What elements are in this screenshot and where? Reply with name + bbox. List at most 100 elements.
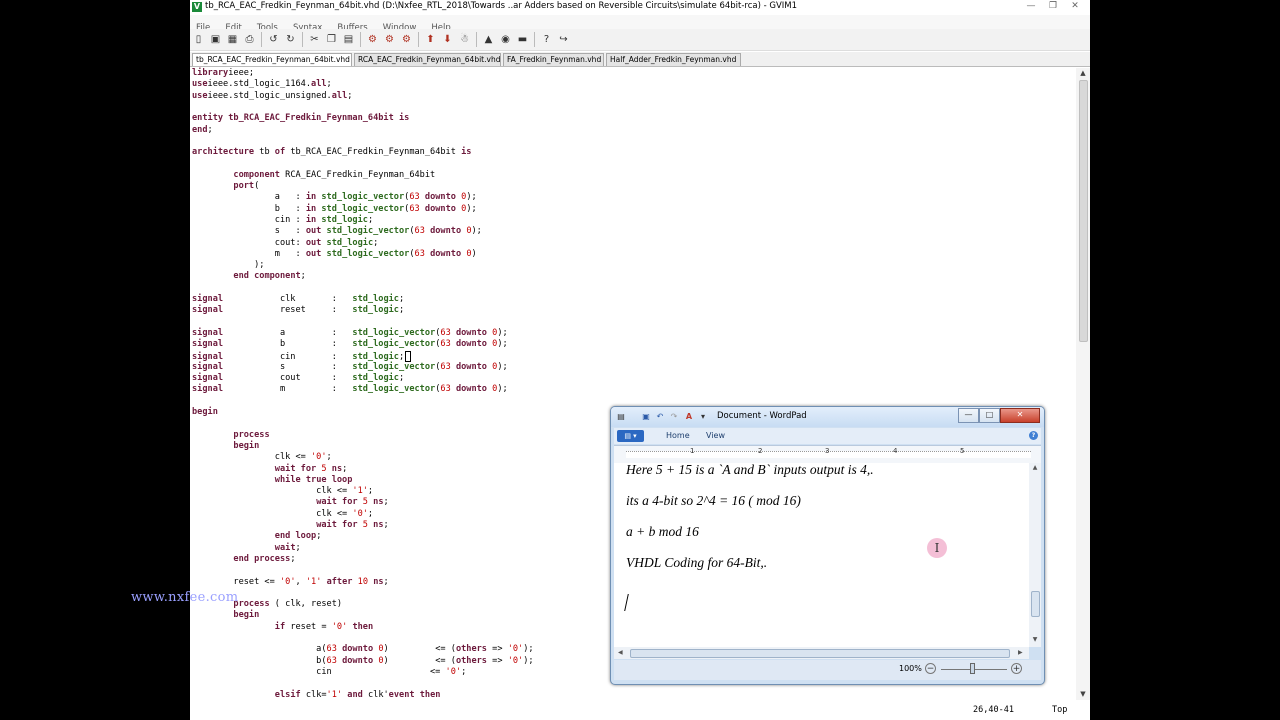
code-token: downto (455, 339, 487, 350)
undo-icon[interactable]: ↺ (267, 33, 280, 46)
zoom-out-button[interactable]: − (925, 663, 936, 674)
ruler-number: 2 (758, 447, 763, 455)
save-icon[interactable]: ▣ (209, 33, 222, 46)
copy-icon[interactable]: ❐ (325, 33, 338, 46)
code-token: ; (316, 531, 322, 542)
minimize-button[interactable]: — (1024, 1, 1038, 12)
wordpad-app-icon[interactable]: ▤ (616, 412, 626, 422)
maximize-button[interactable]: □ (979, 408, 1000, 423)
redo-icon[interactable]: ↻ (284, 33, 297, 46)
code-token: ; (367, 214, 374, 225)
code-line: end loop; (192, 531, 322, 542)
print-icon[interactable]: ⎙ (243, 33, 256, 46)
code-token: downto (455, 361, 487, 372)
code-token: end process (233, 553, 291, 564)
document-line: VHDL Coding for 64-Bit,. (626, 555, 768, 570)
customize-toolbar-icon[interactable]: ▾ (698, 412, 708, 422)
undo-icon[interactable]: ↶ (655, 412, 665, 422)
wordpad-horizontal-scrollbar[interactable]: ◀ ▶ (614, 647, 1029, 659)
code-line: wait for 5 ns; (192, 520, 389, 531)
code-token: ; (326, 79, 332, 90)
code-line: a(63 downto 0) <= (others => '0'); (192, 644, 533, 655)
minimize-button[interactable]: — (958, 408, 979, 423)
tab-fa-fredkin[interactable]: FA_Fredkin_Feynman.vhd (503, 53, 604, 66)
save-all-icon[interactable]: ▦ (226, 33, 239, 46)
load-session-icon[interactable]: ⬆ (424, 33, 437, 46)
find-help-icon[interactable]: ↪ (557, 33, 570, 46)
code-line: end component; (192, 271, 305, 282)
code-line: end; (192, 125, 213, 136)
gvim-app-icon: V (192, 2, 202, 12)
redo-icon[interactable]: ↷ (669, 412, 679, 422)
code-token: signal (192, 294, 224, 304)
tab-half-adder[interactable]: Half_Adder_Fredkin_Feynman.vhd (606, 53, 741, 66)
wordpad-ruler[interactable]: 1 2 3 4 5 (614, 445, 1041, 464)
code-token: in (305, 192, 317, 203)
code-token: 10 (357, 576, 368, 587)
build-tags-icon[interactable]: ◉ (499, 33, 512, 46)
scrollbar-thumb[interactable] (1031, 591, 1040, 617)
code-token: signal (192, 305, 224, 316)
code-token: ; (295, 542, 301, 553)
tab-rca[interactable]: RCA_EAC_Fredkin_Feynman_64bit.vhd (354, 53, 501, 66)
code-token: std_logic_vector (321, 192, 405, 203)
tab-tb-rca[interactable]: tb_RCA_EAC_Fredkin_Feynman_64bit.vhd (192, 53, 352, 66)
paste-icon[interactable]: ▤ (342, 33, 355, 46)
find-prev-icon[interactable]: ⚙ (400, 33, 413, 46)
scrollbar-thumb[interactable] (630, 649, 1010, 658)
scroll-right-icon[interactable]: ▶ (1018, 647, 1023, 659)
cut-icon[interactable]: ✂ (308, 33, 321, 46)
code-token: 63 (414, 248, 425, 259)
scroll-up-icon[interactable]: ▲ (1076, 68, 1090, 78)
code-token: std_logic (352, 373, 399, 384)
help-icon[interactable]: ? (1029, 431, 1038, 440)
code-token: and (347, 689, 363, 700)
close-button[interactable]: ✕ (1068, 1, 1082, 12)
code-token: ); (192, 260, 265, 271)
code-line: if reset = '0' then (192, 622, 373, 633)
save-icon[interactable]: ▣ (641, 412, 651, 422)
zoom-in-button[interactable]: + (1011, 663, 1022, 674)
wordpad-document[interactable]: Here 5 + 15 is a `A and B` inputs output… (614, 463, 1029, 647)
code-token: of (274, 147, 286, 158)
scroll-up-icon[interactable]: ▲ (1029, 464, 1041, 471)
vim-cursor (405, 350, 412, 362)
file-menu-button[interactable]: ▤ ▾ (617, 430, 644, 442)
code-token: wait for (316, 497, 358, 508)
document-line: a + b mod 16 (626, 524, 699, 539)
make-icon[interactable]: ▲ (482, 33, 495, 46)
open-icon[interactable]: ▯ (192, 33, 205, 46)
code-token: entity (192, 113, 224, 124)
find-replace-icon[interactable]: ⚙ (366, 33, 379, 46)
code-line: cout: out std_logic; (192, 238, 379, 249)
gvim-vertical-scrollbar[interactable]: ▲ ▼ (1076, 68, 1090, 700)
tab-home[interactable]: Home (666, 430, 690, 442)
restore-button[interactable]: ❐ (1046, 1, 1060, 12)
scroll-down-icon[interactable]: ▼ (1029, 636, 1041, 643)
font-color-icon[interactable]: A (684, 412, 694, 422)
tab-view[interactable]: View (706, 430, 725, 442)
code-token: ; (342, 463, 348, 474)
code-line: signal s : std_logic_vector(63 downto 0)… (192, 362, 508, 373)
help-icon[interactable]: ? (540, 33, 553, 46)
code-line: begin (192, 441, 259, 452)
find-next-icon[interactable]: ⚙ (383, 33, 396, 46)
code-token: process (233, 429, 270, 440)
scroll-left-icon[interactable]: ◀ (618, 647, 623, 659)
code-token: reset = (285, 621, 332, 632)
save-session-icon[interactable]: ⬇ (441, 33, 454, 46)
zoom-level: 100% (899, 664, 922, 673)
close-button[interactable]: ✕ (1000, 408, 1040, 423)
scroll-down-icon[interactable]: ▼ (1076, 689, 1090, 699)
wordpad-vertical-scrollbar[interactable]: ▲ ▼ (1029, 463, 1041, 647)
scrollbar-thumb[interactable] (1079, 80, 1088, 342)
zoom-slider-thumb[interactable] (970, 663, 975, 674)
jump-tag-icon[interactable]: ▬ (516, 33, 529, 46)
run-script-icon[interactable]: ☃ (458, 33, 471, 46)
